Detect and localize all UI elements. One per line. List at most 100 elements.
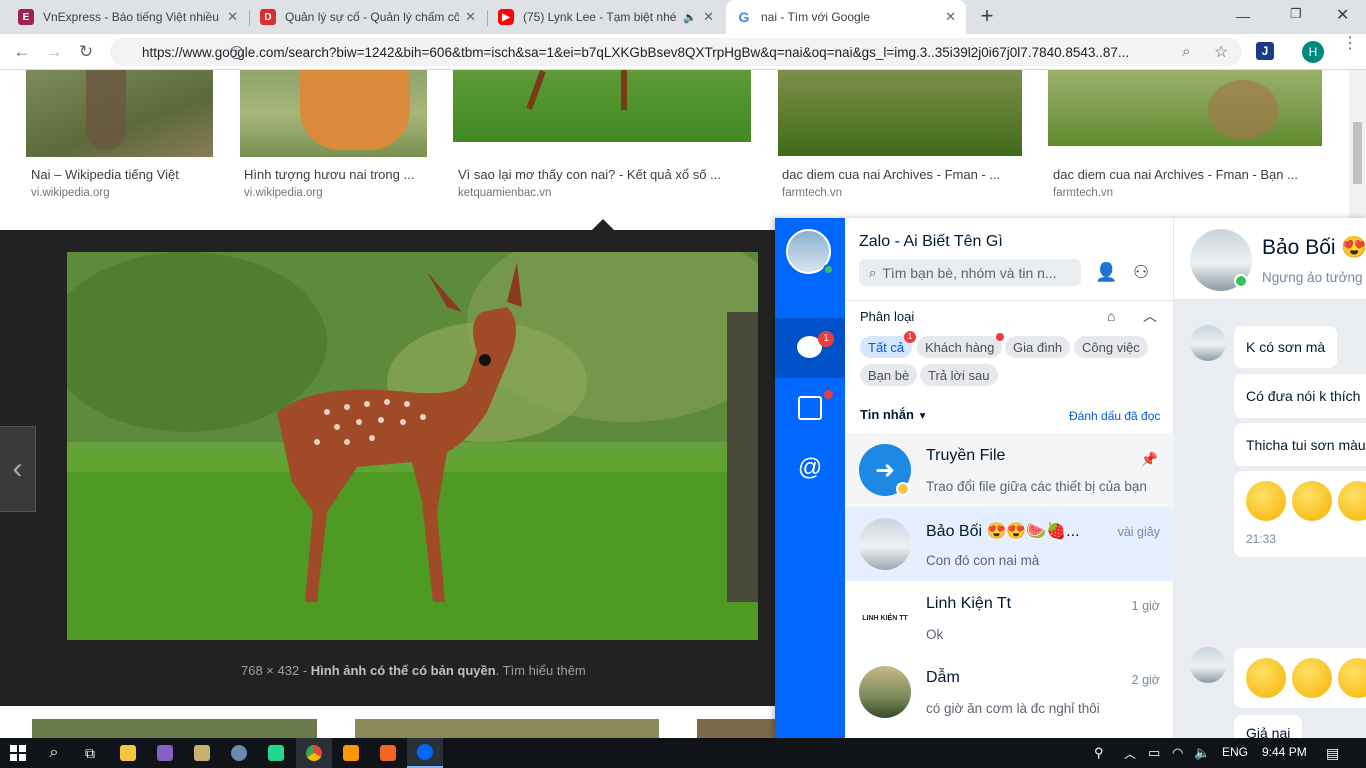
url-text[interactable]: https://www.google.com/search?biw=1242&b…	[142, 45, 1170, 60]
rail-tab-messages[interactable]: 1	[775, 318, 845, 378]
zalo-icon[interactable]	[407, 738, 443, 768]
result-thumbnail[interactable]	[240, 70, 427, 157]
minimize-button[interactable]: —	[1236, 8, 1250, 24]
scrollbar-thumb[interactable]	[1353, 122, 1362, 184]
chat-name[interactable]: Bảo Bối 😍	[1262, 236, 1366, 260]
back-button[interactable]: ←	[10, 40, 34, 64]
chevron-up-icon[interactable]: ︿	[1143, 306, 1157, 326]
result-source: farmtech.vn	[1053, 187, 1114, 199]
close-icon[interactable]: ✕	[465, 9, 476, 25]
app-icon[interactable]	[370, 738, 406, 768]
add-friend-icon[interactable]: 👤	[1095, 262, 1117, 283]
new-tab-button[interactable]: +	[976, 5, 998, 28]
battery-icon[interactable]: ▭	[1148, 745, 1160, 761]
close-icon[interactable]: ✕	[227, 9, 238, 25]
result-caption[interactable]: Vì sao lại mơ thấy con nai? - Kết quả xổ…	[458, 167, 750, 182]
result-thumbnail[interactable]	[32, 719, 317, 738]
tab-google[interactable]: G nai - Tìm với Google ✕	[726, 0, 966, 34]
conversation-item[interactable]: ➜ Truyền File Trao đổi file giữa các thi…	[845, 433, 1174, 507]
menu-dots-icon[interactable]: ⋮	[1342, 36, 1358, 52]
emoji-message[interactable]	[1234, 648, 1366, 708]
contacts-icon	[798, 396, 822, 420]
mark-all-read-link[interactable]: Đánh dấu đã đọc	[1069, 409, 1160, 423]
result-thumbnail[interactable]	[697, 719, 777, 738]
forward-button[interactable]: →	[42, 40, 66, 64]
result-thumbnail[interactable]	[26, 70, 213, 157]
message-bubble[interactable]: K có sơn mà	[1234, 326, 1338, 368]
sender-avatar[interactable]	[1190, 325, 1226, 361]
emoji-icon	[1292, 481, 1332, 521]
conversation-item[interactable]: Bảo Bối 😍😍🍉🍓... Con đó con nai mà vài gi…	[845, 507, 1174, 581]
chip-friends[interactable]: Bạn bè	[860, 364, 918, 386]
chrome-icon[interactable]	[296, 738, 332, 768]
messages-label[interactable]: Tin nhắn ▼	[860, 407, 927, 422]
result-caption[interactable]: Nai – Wikipedia tiếng Việt	[31, 167, 211, 182]
chip-customers[interactable]: Khách hàng	[917, 336, 1003, 358]
tag-filter-icon[interactable]: ⌂	[1107, 308, 1115, 324]
search-icon[interactable]: ⌕	[36, 738, 72, 768]
contact-avatar	[859, 518, 911, 570]
postgres-icon[interactable]	[221, 738, 257, 768]
sender-avatar[interactable]	[1190, 647, 1226, 683]
file-explorer-icon[interactable]	[110, 738, 146, 768]
chip-family[interactable]: Gia đình	[1005, 336, 1071, 358]
tab-youtube[interactable]: ▶ (75) Lynk Lee - Tạm biệt nhé 🔈 ✕	[488, 0, 724, 34]
people-icon[interactable]: ⚲	[1094, 745, 1104, 761]
result-thumbnail[interactable]	[778, 70, 1022, 156]
learn-more-link[interactable]: Tìm hiểu thêm	[503, 663, 586, 678]
result-caption[interactable]: Hình tượng hươu nai trong ...	[244, 167, 427, 182]
mention-icon[interactable]: @	[775, 438, 845, 498]
close-window-button[interactable]: ✕	[1336, 5, 1349, 25]
emoji-message[interactable]: 21:33	[1234, 471, 1366, 557]
message-bubble[interactable]: Có đưa nói k thích	[1234, 374, 1366, 418]
result-thumbnail[interactable]	[1048, 70, 1322, 146]
result-caption[interactable]: dac diem cua nai Archives - Fman - ...	[782, 167, 1022, 182]
chevron-up-icon[interactable]: ︿	[1124, 745, 1136, 762]
language-indicator[interactable]: ENG	[1222, 745, 1248, 759]
chip-reply-later[interactable]: Trả lời sau	[920, 364, 998, 386]
zalo-nav-rail: 1 @	[775, 218, 845, 738]
result-thumbnail[interactable]	[453, 70, 751, 142]
previous-image-button[interactable]: ‹	[0, 426, 36, 512]
volume-icon[interactable]: 🔈	[1194, 745, 1210, 761]
start-button[interactable]	[0, 738, 36, 768]
tool-icon[interactable]	[184, 738, 220, 768]
bookmark-star-icon[interactable]: ☆	[1214, 42, 1228, 62]
tab-vnexpress[interactable]: E VnExpress - Báo tiếng Việt nhiều ✕	[8, 0, 248, 34]
contact-avatar: LINH KIỆN TT	[859, 592, 911, 644]
pycharm-icon[interactable]	[258, 738, 294, 768]
preview-image[interactable]	[67, 252, 758, 640]
emoji-icon	[1292, 658, 1332, 698]
clock[interactable]: 9:44 PM	[1262, 745, 1307, 759]
visual-studio-icon[interactable]	[147, 738, 183, 768]
conversation-time: 2 giờ	[1131, 673, 1160, 687]
contact-avatar	[859, 666, 911, 718]
speaker-icon[interactable]: 🔈	[683, 11, 697, 24]
notification-center-icon[interactable]: ▤	[1326, 745, 1339, 762]
conversation-item[interactable]: Dẫm có giờ ăn cơm là đc nghỉ thôi 2 giờ	[845, 655, 1174, 729]
result-caption[interactable]: dac diem cua nai Archives - Fman - Bạn .…	[1053, 167, 1319, 182]
close-icon[interactable]: ✕	[945, 9, 956, 25]
close-icon[interactable]: ✕	[703, 9, 714, 25]
pin-icon[interactable]: 📌	[1141, 451, 1158, 468]
result-thumbnail[interactable]	[355, 719, 659, 738]
restore-button[interactable]: ❐	[1290, 6, 1302, 22]
zoom-icon[interactable]: ⌕	[1182, 43, 1190, 60]
message-bubble[interactable]: Thicha tui sơn màu	[1234, 423, 1366, 466]
sublime-icon[interactable]	[333, 738, 369, 768]
tab-quan-ly[interactable]: D Quản lý sự cố - Quản lý chấm cô ✕	[250, 0, 486, 34]
conversation-item[interactable]: LINH KIỆN TT Linh Kiện Tt Ok 1 giờ	[845, 581, 1174, 655]
omnibox[interactable]: i https://www.google.com/search?biw=1242…	[110, 38, 1242, 66]
emoji-icon	[1338, 658, 1366, 698]
extension-icon[interactable]: J	[1256, 42, 1274, 60]
task-view-icon[interactable]: ⧉	[72, 738, 108, 768]
rail-tab-contacts[interactable]	[775, 378, 845, 438]
create-group-icon[interactable]: ⚇	[1133, 262, 1149, 283]
notification-dot	[996, 333, 1004, 341]
chip-work[interactable]: Công việc	[1074, 336, 1148, 358]
info-icon[interactable]: i	[230, 46, 243, 59]
profile-avatar[interactable]: H	[1302, 41, 1324, 63]
wifi-icon[interactable]: ◠	[1172, 745, 1183, 761]
search-input[interactable]: ⌕ Tìm bạn bè, nhóm và tin n...	[859, 259, 1081, 286]
reload-button[interactable]: ↻	[74, 40, 98, 64]
